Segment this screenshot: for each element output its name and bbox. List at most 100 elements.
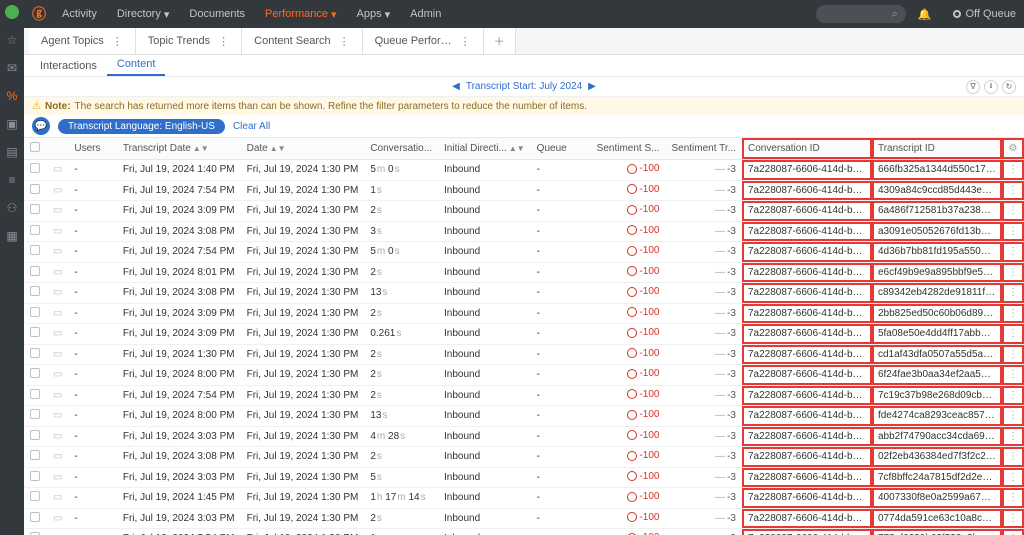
save-icon[interactable]: ⭳ [984, 80, 998, 94]
table-row[interactable]: ▭-Fri, Jul 19, 2024 7:54 PMFri, Jul 19, … [24, 529, 1024, 535]
table-row[interactable]: ▭-Fri, Jul 19, 2024 3:08 PMFri, Jul 19, … [24, 221, 1024, 242]
table-row[interactable]: ▭-Fri, Jul 19, 2024 8:00 PMFri, Jul 19, … [24, 365, 1024, 386]
date-prev-icon[interactable]: ◀ [452, 81, 460, 92]
row-checkbox[interactable] [30, 409, 40, 419]
row-checkbox[interactable] [30, 389, 40, 399]
row-menu-icon[interactable]: ⋮ [1008, 308, 1018, 319]
col-date[interactable]: Date▲▼ [241, 138, 365, 160]
inbox-icon[interactable]: ✉ [5, 61, 19, 75]
tab-agent-topics[interactable]: Agent Topics⋮ [29, 28, 136, 54]
nav-apps[interactable]: Apps▾ [349, 8, 399, 21]
col-conversation[interactable]: Conversatio... [364, 138, 438, 160]
row-menu-icon[interactable]: ⋮ [1008, 451, 1018, 462]
row-checkbox[interactable] [30, 327, 40, 337]
row-menu-icon[interactable]: ⋮ [1008, 287, 1018, 298]
table-row[interactable]: ▭-Fri, Jul 19, 2024 1:30 PMFri, Jul 19, … [24, 344, 1024, 365]
row-checkbox[interactable] [30, 245, 40, 255]
table-row[interactable]: ▭-Fri, Jul 19, 2024 3:09 PMFri, Jul 19, … [24, 201, 1024, 222]
row-checkbox[interactable] [30, 266, 40, 276]
table-row[interactable]: ▭-Fri, Jul 19, 2024 7:54 PMFri, Jul 19, … [24, 242, 1024, 263]
tab-content-search[interactable]: Content Search⋮ [242, 28, 362, 54]
tab-add[interactable]: ＋ [484, 28, 516, 54]
tab-queue-perf[interactable]: Queue Perfor…⋮ [363, 28, 484, 54]
nav-performance[interactable]: Performance▾ [257, 8, 345, 21]
table-row[interactable]: ▭-Fri, Jul 19, 2024 1:45 PMFri, Jul 19, … [24, 488, 1024, 509]
subtab-content[interactable]: Content [107, 54, 166, 76]
row-menu-icon[interactable]: ⋮ [1008, 328, 1018, 339]
row-checkbox[interactable] [30, 368, 40, 378]
row-checkbox[interactable] [30, 450, 40, 460]
row-checkbox[interactable] [30, 491, 40, 501]
row-checkbox[interactable] [30, 471, 40, 481]
col-settings[interactable]: ⚙ [1002, 138, 1024, 160]
row-menu-icon[interactable]: ⋮ [1008, 472, 1018, 483]
list-icon[interactable]: ≡ [5, 173, 19, 187]
filter-chip-language[interactable]: Transcript Language: English-US [58, 119, 225, 134]
col-checkbox[interactable] [24, 138, 47, 160]
table-row[interactable]: ▭-Fri, Jul 19, 2024 7:54 PMFri, Jul 19, … [24, 180, 1024, 201]
row-checkbox[interactable] [30, 430, 40, 440]
table-row[interactable]: ▭-Fri, Jul 19, 2024 8:00 PMFri, Jul 19, … [24, 406, 1024, 427]
row-menu-icon[interactable]: ⋮ [1008, 205, 1018, 216]
row-menu-icon[interactable]: ⋮ [1008, 246, 1018, 257]
table-row[interactable]: ▭-Fri, Jul 19, 2024 3:09 PMFri, Jul 19, … [24, 303, 1024, 324]
col-queue[interactable]: Queue [531, 138, 591, 160]
nav-documents[interactable]: Documents [181, 8, 253, 20]
doc-icon[interactable]: ▤ [5, 145, 19, 159]
col-sentiment-score[interactable]: Sentiment S... [591, 138, 666, 160]
row-menu-icon[interactable]: ⋮ [1008, 226, 1018, 237]
bookmark-icon[interactable]: ▣ [5, 117, 19, 131]
clear-all-link[interactable]: Clear All [233, 121, 270, 132]
col-sentiment-trend[interactable]: Sentiment Tr... [665, 138, 741, 160]
col-transcript-date[interactable]: Transcript Date▲▼ [117, 138, 241, 160]
table-row[interactable]: ▭-Fri, Jul 19, 2024 3:09 PMFri, Jul 19, … [24, 324, 1024, 345]
grid-icon[interactable]: ▦ [5, 229, 19, 243]
table-row[interactable]: ▭-Fri, Jul 19, 2024 3:03 PMFri, Jul 19, … [24, 467, 1024, 488]
row-checkbox[interactable] [30, 348, 40, 358]
filter-icon[interactable]: ∇ [966, 80, 980, 94]
row-checkbox[interactable] [30, 225, 40, 235]
subtab-interactions[interactable]: Interactions [30, 56, 107, 76]
table-row[interactable]: ▭-Fri, Jul 19, 2024 7:54 PMFri, Jul 19, … [24, 385, 1024, 406]
row-menu-icon[interactable]: ⋮ [1008, 390, 1018, 401]
date-range-label[interactable]: Transcript Start: July 2024 [466, 81, 582, 92]
table-row[interactable]: ▭-Fri, Jul 19, 2024 8:01 PMFri, Jul 19, … [24, 262, 1024, 283]
table-row[interactable]: ▭-Fri, Jul 19, 2024 3:08 PMFri, Jul 19, … [24, 447, 1024, 468]
row-menu-icon[interactable]: ⋮ [1008, 185, 1018, 196]
nav-activity[interactable]: Activity [54, 8, 105, 20]
table-row[interactable]: ▭-Fri, Jul 19, 2024 3:03 PMFri, Jul 19, … [24, 426, 1024, 447]
row-menu-icon[interactable]: ⋮ [1008, 410, 1018, 421]
nav-admin[interactable]: Admin [402, 8, 449, 20]
row-menu-icon[interactable]: ⋮ [1008, 513, 1018, 524]
presence-icon[interactable] [5, 5, 19, 19]
star-icon[interactable]: ☆ [5, 33, 19, 47]
col-transcript-id[interactable]: Transcript ID [872, 138, 1002, 160]
row-checkbox[interactable] [30, 512, 40, 522]
row-menu-icon[interactable]: ⋮ [1008, 349, 1018, 360]
col-direction[interactable]: Initial Directi...▲▼ [438, 138, 531, 160]
row-checkbox[interactable] [30, 307, 40, 317]
percent-icon[interactable]: % [5, 89, 19, 103]
reset-icon[interactable]: ↻ [1002, 80, 1016, 94]
col-conversation-id[interactable]: Conversation ID [742, 138, 872, 160]
people-icon[interactable]: ⚇ [5, 201, 19, 215]
row-checkbox[interactable] [30, 286, 40, 296]
nav-directory[interactable]: Directory▾ [109, 8, 178, 21]
col-users[interactable]: Users [68, 138, 116, 160]
row-menu-icon[interactable]: ⋮ [1008, 492, 1018, 503]
search-input[interactable]: ⌕ [816, 5, 906, 23]
row-menu-icon[interactable]: ⋮ [1008, 164, 1018, 175]
table-row[interactable]: ▭-Fri, Jul 19, 2024 1:40 PMFri, Jul 19, … [24, 160, 1024, 181]
row-menu-icon[interactable]: ⋮ [1008, 431, 1018, 442]
row-menu-icon[interactable]: ⋮ [1008, 369, 1018, 380]
row-menu-icon[interactable]: ⋮ [1008, 267, 1018, 278]
table-row[interactable]: ▭-Fri, Jul 19, 2024 3:08 PMFri, Jul 19, … [24, 283, 1024, 304]
logo-icon[interactable]: ⓖ [32, 4, 46, 24]
row-checkbox[interactable] [30, 184, 40, 194]
row-checkbox[interactable] [30, 163, 40, 173]
bell-icon[interactable]: 🔔 [918, 8, 932, 21]
queue-status[interactable]: Off Queue [953, 8, 1016, 20]
date-next-icon[interactable]: ▶ [588, 81, 596, 92]
table-row[interactable]: ▭-Fri, Jul 19, 2024 3:03 PMFri, Jul 19, … [24, 508, 1024, 529]
row-checkbox[interactable] [30, 204, 40, 214]
